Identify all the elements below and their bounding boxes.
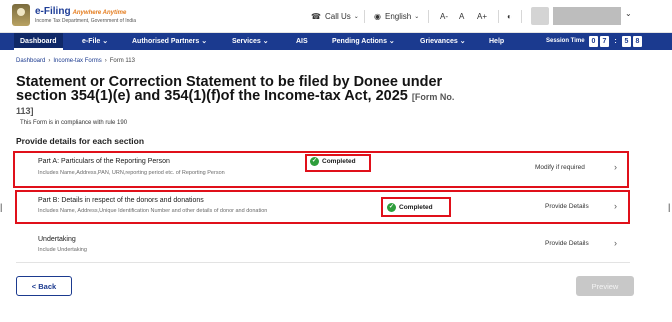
nav-grievances[interactable]: Grievances ⌄ bbox=[420, 33, 466, 50]
divider bbox=[16, 262, 630, 263]
contrast-toggle[interactable]: ◐ bbox=[507, 12, 512, 21]
nav-dashboard[interactable]: Dashboard bbox=[14, 33, 63, 50]
font-decrease-button[interactable]: A- bbox=[440, 12, 448, 21]
nav-efile-label: e-File bbox=[82, 38, 101, 45]
chevron-down-icon: ⌄ bbox=[459, 38, 466, 45]
emblem-icon bbox=[12, 4, 30, 26]
globe-icon: ◉ bbox=[374, 12, 381, 21]
efiling-logo[interactable]: e-Filing Anywhere Anytime Income Tax Depa… bbox=[12, 4, 136, 26]
phone-icon: ☎ bbox=[311, 12, 321, 21]
session-digit: 5 bbox=[622, 36, 631, 47]
breadcrumb: Dashboard › Income-tax Forms › Form 113 bbox=[16, 58, 135, 64]
undertaking-subtitle: Include Undertaking bbox=[38, 247, 87, 253]
avatar[interactable] bbox=[531, 7, 549, 25]
main-nav: Dashboard e-File ⌄ Authorised Partners ⌄… bbox=[0, 33, 672, 50]
chevron-down-icon: ⌄ bbox=[201, 38, 208, 45]
chevron-down-icon: ⌄ bbox=[102, 38, 109, 45]
call-us-label: Call Us bbox=[324, 12, 351, 21]
nav-services[interactable]: Services ⌄ bbox=[232, 33, 269, 50]
divider bbox=[498, 10, 499, 23]
nav-authorised-partners[interactable]: Authorised Partners ⌄ bbox=[132, 33, 207, 50]
undertaking-row[interactable]: Undertaking Include Undertaking Provide … bbox=[16, 230, 630, 260]
font-normal-button[interactable]: A bbox=[459, 12, 464, 21]
undertaking-title: Undertaking bbox=[38, 236, 76, 243]
top-header: e-Filing Anywhere Anytime Income Tax Depa… bbox=[0, 0, 672, 33]
nav-grievances-label: Grievances bbox=[420, 38, 458, 45]
session-digit: 7 bbox=[600, 36, 609, 47]
right-edge-marker: | bbox=[668, 202, 671, 212]
language-label: English bbox=[384, 12, 412, 21]
divider bbox=[521, 10, 522, 23]
nav-pending-actions[interactable]: Pending Actions ⌄ bbox=[332, 33, 395, 50]
nav-ais[interactable]: AIS bbox=[296, 33, 308, 50]
chevron-right-icon: › bbox=[104, 58, 107, 64]
logo-tagline: Anywhere Anytime bbox=[72, 9, 127, 16]
undertaking-action[interactable]: Provide Details bbox=[545, 240, 589, 247]
chevron-right-icon: › bbox=[48, 58, 51, 64]
page-title-text: Statement or Correction Statement to be … bbox=[16, 74, 443, 104]
call-us-menu[interactable]: ☎ Call Us ⌄ bbox=[311, 12, 359, 21]
left-edge-marker: | bbox=[0, 202, 3, 212]
breadcrumb-income-tax-forms[interactable]: Income-tax Forms bbox=[53, 58, 101, 64]
nav-authorised-partners-label: Authorised Partners bbox=[132, 38, 200, 45]
session-separator: : bbox=[614, 38, 617, 45]
highlight-box-part-a-status bbox=[305, 154, 371, 172]
divider bbox=[428, 10, 429, 23]
chevron-down-icon: ⌄ bbox=[414, 14, 420, 20]
font-normal-label: A bbox=[459, 12, 465, 21]
font-decrease-label: A- bbox=[440, 12, 448, 21]
divider bbox=[364, 10, 365, 23]
contrast-icon: ◐ bbox=[507, 12, 512, 21]
highlight-box-part-b-status bbox=[381, 197, 451, 217]
compliance-note: This Form is in compliance with rule 190 bbox=[20, 120, 128, 126]
page-title: Statement or Correction Statement to be … bbox=[16, 74, 456, 119]
font-increase-button[interactable]: A+ bbox=[477, 12, 487, 21]
username-redacted bbox=[553, 7, 621, 25]
font-increase-label: A+ bbox=[477, 12, 488, 21]
logo-title: e-Filing bbox=[35, 5, 71, 17]
chevron-down-icon: ⌄ bbox=[388, 38, 395, 45]
language-select[interactable]: ◉ English ⌄ bbox=[374, 12, 419, 21]
nav-help[interactable]: Help bbox=[489, 33, 504, 50]
logo-subtitle: Income Tax Department, Government of Ind… bbox=[35, 17, 137, 24]
back-button[interactable]: < Back bbox=[16, 276, 72, 296]
chevron-down-icon: ⌄ bbox=[262, 38, 269, 45]
section-heading: Provide details for each section bbox=[16, 136, 145, 146]
profile-chevron-down-icon[interactable]: ⌄ bbox=[625, 9, 632, 18]
nav-pending-actions-label: Pending Actions bbox=[332, 38, 387, 45]
highlight-box-part-b bbox=[15, 190, 630, 224]
session-digit: 8 bbox=[633, 36, 642, 47]
session-time-label: Session Time bbox=[546, 38, 585, 44]
breadcrumb-dashboard[interactable]: Dashboard bbox=[16, 58, 45, 64]
preview-button[interactable]: Preview bbox=[576, 276, 634, 296]
session-digit: 0 bbox=[589, 36, 598, 47]
chevron-down-icon: ⌄ bbox=[353, 14, 359, 20]
nav-services-label: Services bbox=[232, 38, 261, 45]
chevron-right-icon[interactable]: › bbox=[614, 238, 617, 248]
nav-efile[interactable]: e-File ⌄ bbox=[82, 33, 108, 50]
breadcrumb-current: Form 113 bbox=[109, 58, 135, 64]
